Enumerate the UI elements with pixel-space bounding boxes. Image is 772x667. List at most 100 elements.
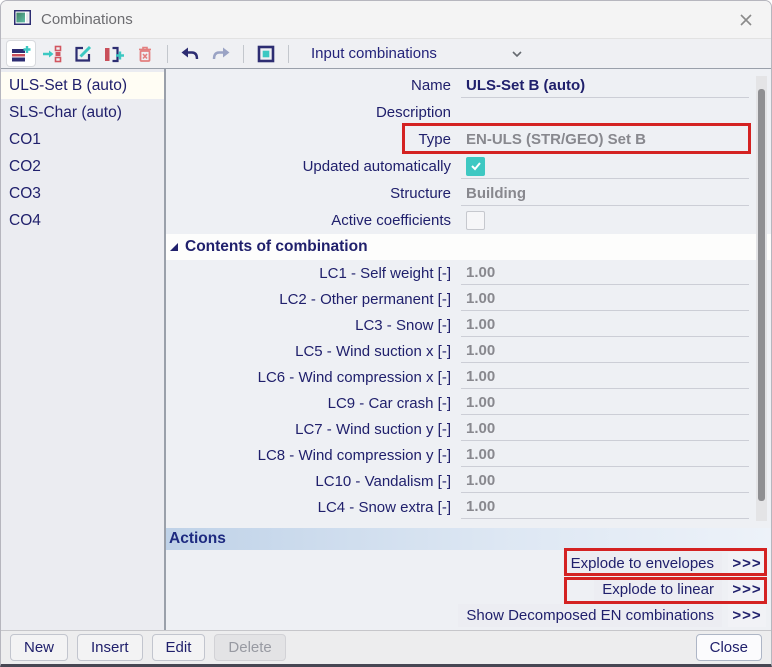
coefficient-field[interactable]: 1.00: [461, 443, 749, 467]
actions-header: Actions: [166, 528, 771, 550]
coefficient-row: LC6 - Wind compression x [-] 1.00: [166, 364, 771, 390]
title-bar: Combinations: [1, 1, 771, 39]
property-row-description: Description: [166, 99, 771, 126]
coefficient-row: LC3 - Snow [-] 1.00: [166, 312, 771, 338]
structure-label: Structure: [390, 185, 451, 202]
coefficient-field[interactable]: 1.00: [461, 261, 749, 285]
type-label: Type: [418, 131, 451, 148]
new-combination-button[interactable]: [7, 41, 35, 66]
action-row-explode-to-envelopes[interactable]: Explode to envelopes >>>: [166, 550, 771, 576]
coefficient-field[interactable]: 1.00: [461, 469, 749, 493]
window-icon: [14, 9, 31, 30]
updated-automatically-label: Updated automatically: [302, 158, 451, 175]
delete-button: Delete: [214, 634, 286, 661]
property-row-name: Name ULS-Set B (auto): [166, 72, 771, 99]
loadcase-label: LC4 - Snow extra [-]: [317, 498, 451, 516]
explode-to-envelopes-link[interactable]: Explode to envelopes: [562, 551, 722, 575]
chevrons-icon[interactable]: >>>: [728, 577, 766, 601]
toolbar: Input combinations: [1, 39, 771, 69]
coefficient-field[interactable]: 1.00: [461, 339, 749, 363]
structure-field[interactable]: Building: [461, 182, 749, 206]
chevron-down-icon: [511, 45, 523, 62]
coefficient-row: LC2 - Other permanent [-] 1.00: [166, 286, 771, 312]
list-item-co1[interactable]: CO1: [1, 126, 164, 153]
undo-button[interactable]: [176, 41, 204, 66]
action-row-explode-to-linear[interactable]: Explode to linear >>>: [166, 576, 771, 602]
active-coefficients-fieldline: [461, 209, 749, 233]
name-field[interactable]: ULS-Set B (auto): [461, 74, 749, 98]
coefficient-row: LC7 - Wind suction y [-] 1.00: [166, 416, 771, 442]
action-row-show-decomposed[interactable]: Show Decomposed EN combinations >>>: [166, 602, 771, 628]
vertical-scrollbar[interactable]: [756, 76, 767, 521]
type-field[interactable]: EN-ULS (STR/GEO) Set B: [461, 128, 749, 152]
edit-combination-button[interactable]: [69, 41, 97, 66]
scrollbar-thumb[interactable]: [758, 89, 765, 501]
coefficient-row: LC8 - Wind compression y [-] 1.00: [166, 442, 771, 468]
loadcase-label: LC8 - Wind compression y [-]: [257, 446, 451, 464]
window-title: Combinations: [41, 11, 133, 28]
loadcase-label: LC2 - Other permanent [-]: [279, 290, 451, 308]
loadcase-label: LC7 - Wind suction y [-]: [295, 420, 451, 438]
new-button[interactable]: New: [10, 634, 69, 661]
list-item-co4[interactable]: CO4: [1, 207, 164, 234]
manager-box-button[interactable]: [252, 41, 280, 66]
combination-type-dropdown[interactable]: Input combinations: [305, 45, 529, 62]
show-decomposed-link[interactable]: Show Decomposed EN combinations: [458, 603, 722, 627]
coefficient-field[interactable]: 1.00: [461, 287, 749, 311]
list-item-uls-set-b[interactable]: ULS-Set B (auto): [1, 72, 164, 99]
edit-combination-icon: [75, 45, 92, 62]
coefficient-row: LC1 - Self weight [-] 1.00: [166, 260, 771, 286]
manager-box-icon: [257, 45, 275, 62]
chevrons-icon[interactable]: >>>: [728, 551, 766, 575]
description-label: Description: [375, 104, 451, 121]
loadcase-label: LC9 - Car crash [-]: [327, 394, 451, 412]
insert-button[interactable]: Insert: [77, 634, 143, 661]
coefficient-field[interactable]: 1.00: [461, 313, 749, 337]
collapse-triangle-icon[interactable]: [170, 243, 178, 251]
property-row-active-coefficients: Active coefficients: [166, 207, 771, 234]
dropdown-value: Input combinations: [311, 45, 437, 62]
updated-automatically-checkbox[interactable]: [466, 156, 485, 176]
checkmark-icon: [470, 162, 481, 171]
combinations-dialog: Combinations Input combinations ULS-Set …: [0, 0, 772, 667]
actions-header-label: Actions: [169, 530, 226, 547]
coefficient-row: LC4 - Snow extra [-] 1.00: [166, 494, 771, 520]
combination-list: ULS-Set B (auto) SLS-Char (auto) CO1 CO2…: [1, 69, 166, 630]
loadcase-label: LC6 - Wind compression x [-]: [257, 368, 451, 386]
toolbar-separator: [167, 44, 168, 63]
active-coefficients-label: Active coefficients: [331, 212, 451, 229]
close-button[interactable]: Close: [695, 634, 762, 661]
coefficient-row: LC5 - Wind suction x [-] 1.00: [166, 338, 771, 364]
dialog-body: ULS-Set B (auto) SLS-Char (auto) CO1 CO2…: [1, 69, 771, 630]
insert-combination-button[interactable]: [100, 41, 128, 66]
new-combination-icon: [12, 45, 31, 61]
coefficient-field[interactable]: 1.00: [461, 365, 749, 389]
edit-button[interactable]: Edit: [151, 634, 206, 661]
name-label: Name: [410, 77, 451, 94]
loadcase-label: LC1 - Self weight [-]: [319, 264, 451, 282]
toolbar-separator: [243, 44, 244, 63]
chevrons-icon[interactable]: >>>: [728, 603, 766, 627]
property-row-updated-automatically: Updated automatically: [166, 153, 771, 180]
contents-header-label: Contents of combination: [185, 238, 368, 255]
close-icon[interactable]: [734, 8, 758, 32]
coefficient-field[interactable]: 1.00: [461, 495, 749, 519]
coefficient-field[interactable]: 1.00: [461, 417, 749, 441]
move-combination-button[interactable]: [38, 41, 66, 66]
contents-of-combination-header[interactable]: Contents of combination: [166, 234, 771, 260]
delete-combination-button[interactable]: [131, 41, 159, 66]
list-item-sls-char[interactable]: SLS-Char (auto): [1, 99, 164, 126]
description-field[interactable]: [461, 101, 749, 125]
explode-to-linear-link[interactable]: Explode to linear: [594, 577, 722, 601]
undo-icon: [181, 47, 199, 59]
property-row-structure: Structure Building: [166, 180, 771, 207]
list-item-co3[interactable]: CO3: [1, 180, 164, 207]
toolbar-separator: [288, 44, 289, 63]
move-combination-icon: [43, 45, 62, 62]
loadcase-label: LC3 - Snow [-]: [355, 316, 451, 334]
redo-icon: [212, 47, 230, 59]
active-coefficients-checkbox[interactable]: [466, 211, 485, 230]
list-item-co2[interactable]: CO2: [1, 153, 164, 180]
coefficient-field[interactable]: 1.00: [461, 391, 749, 415]
redo-button[interactable]: [207, 41, 235, 66]
